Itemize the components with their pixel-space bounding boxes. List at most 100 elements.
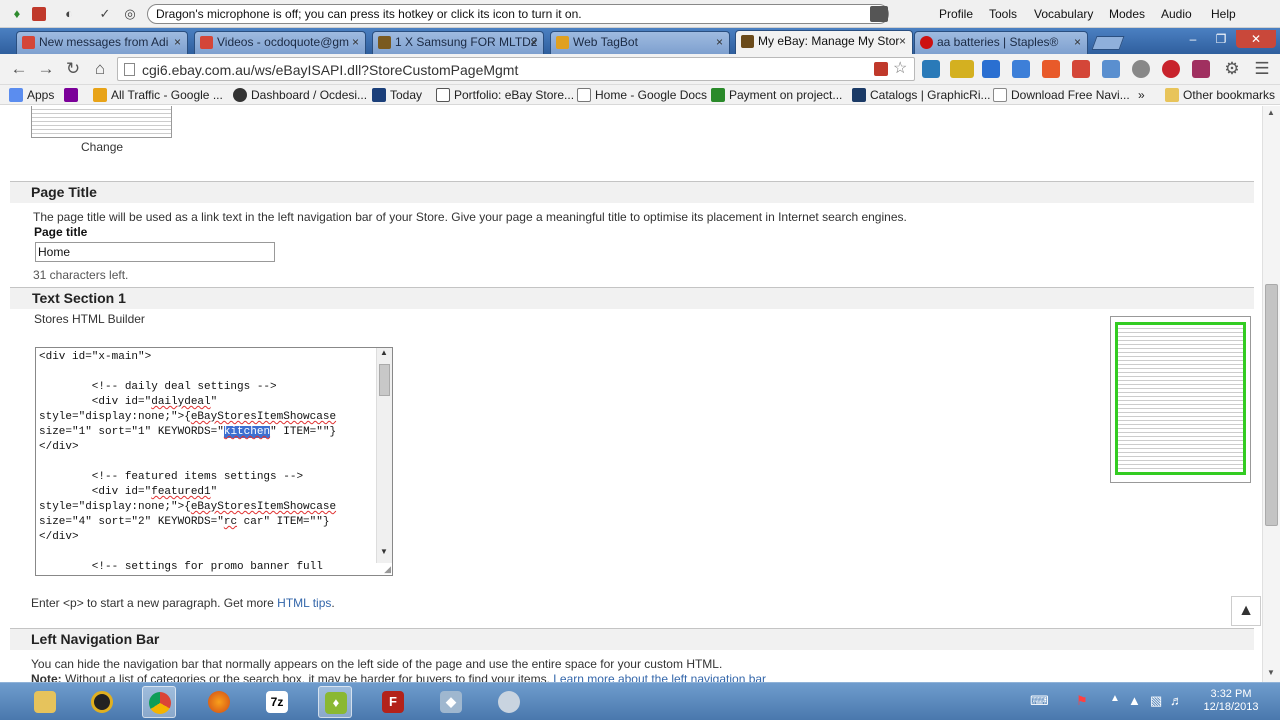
menu-vocabulary[interactable]: Vocabulary [1034,7,1093,21]
taskbar-filezilla[interactable]: F [376,686,410,718]
scroll-down-icon[interactable]: ▼ [380,547,388,556]
extension-check-icon[interactable] [922,60,940,78]
scroll-up-icon[interactable]: ▲ [1267,108,1275,117]
taskbar-explorer[interactable] [28,686,62,718]
restore-icon[interactable]: ❐ [1208,30,1234,48]
dragon-icon[interactable]: ♦ [8,5,26,23]
editor-scroll-thumb[interactable] [379,364,390,396]
blogger-icon[interactable] [874,62,888,76]
clock-date: 12/18/2013 [1203,701,1259,713]
taskbar-dragon[interactable]: ♦ [318,686,352,718]
bookmark-today[interactable]: Today [372,88,422,102]
close-icon[interactable]: × [1074,32,1081,53]
reload-icon[interactable]: ↻ [63,59,83,79]
extension-oss-icon[interactable] [1192,60,1210,78]
keyboard-icon[interactable]: ⌨ [1030,693,1049,709]
system-clock[interactable]: 3:32 PM 12/18/2013 [1192,688,1270,714]
taskbar-app9[interactable] [492,686,526,718]
bookmark-portfolio[interactable]: Portfolio: eBay Store... [436,88,574,102]
tab-my-ebay[interactable]: My eBay: Manage My Stor × [735,30,913,54]
battery-icon[interactable]: ▧ [1150,693,1162,709]
bookmarks-overflow[interactable]: » [1138,88,1145,102]
tab-label: New messages from Adi [39,35,169,49]
volume-icon[interactable]: ◎ [121,5,139,23]
minimize-icon[interactable]: – [1180,30,1206,48]
bookmark-dashboard[interactable]: Dashboard / Ocdesi... [233,88,367,102]
other-bookmarks[interactable]: Other bookmarks [1165,88,1275,102]
bookmark-google-docs[interactable]: Home - Google Docs [577,88,707,102]
show-hidden-icons[interactable]: ▲ [1110,693,1120,704]
folder-icon [1165,88,1179,102]
bookmark-download-free[interactable]: Download Free Navi... [993,88,1130,102]
close-icon[interactable]: × [530,32,537,53]
page-title-section-header: Page Title [10,181,1254,203]
menu-tools[interactable]: Tools [989,7,1017,21]
taskbar-media[interactable] [85,686,119,718]
extension-gray-icon[interactable] [1132,60,1150,78]
tab-staples[interactable]: aa batteries | Staples® × [914,31,1088,54]
html-tips-link[interactable]: HTML tips [277,596,331,610]
stop-icon[interactable] [32,7,46,21]
extension-download-icon[interactable] [982,60,1000,78]
tab-samsung[interactable]: 1 X Samsung FOR MLTD2 × [372,31,544,54]
scroll-up-icon[interactable]: ▲ [380,348,388,357]
scroll-to-top-button[interactable]: ▲ [1231,596,1261,626]
extension-image-icon[interactable] [1102,60,1120,78]
menu-audio[interactable]: Audio [1161,7,1192,21]
taskbar-chrome[interactable] [142,686,176,718]
microphone-icon[interactable]: ◐ [60,5,78,23]
menu-help[interactable]: Help [1211,7,1236,21]
dragon-picture-icon[interactable] [870,6,888,22]
menu-profile[interactable]: Profile [939,7,973,21]
taskbar-app8[interactable]: ◆ [434,686,468,718]
learn-more-left-nav-link[interactable]: Learn more about the left navigation bar [553,672,766,682]
forward-icon[interactable]: → [36,59,56,79]
scroll-down-icon[interactable]: ▼ [1267,668,1275,677]
url-text[interactable]: cgi6.ebay.com.au/ws/eBayISAPI.dll?StoreC… [142,62,518,78]
network-icon[interactable]: ▲ [1128,693,1141,708]
page-scroll-thumb[interactable] [1265,284,1278,526]
extension-gmail-icon[interactable] [1072,60,1090,78]
bookmark-catalogs[interactable]: Catalogs | GraphicRi... [852,88,991,102]
action-center-icon[interactable]: ⚑ [1076,693,1088,709]
extension-tractor-icon[interactable] [950,60,974,78]
resize-grip-icon[interactable]: ◢ [384,564,391,575]
page-icon [577,88,591,102]
taskbar-firefox[interactable] [202,686,236,718]
page-scrollbar[interactable]: ▲ ▼ [1262,106,1280,682]
settings-gear-icon[interactable]: ⚙ [1222,59,1242,79]
tab-gmail[interactable]: New messages from Adi × [16,31,188,54]
taskbar-7zip[interactable]: 7z [260,686,294,718]
close-icon[interactable]: × [174,32,181,53]
pinterest-icon[interactable] [1162,60,1180,78]
checkmark-icon[interactable]: ✓ [96,5,114,23]
theme-thumbnail[interactable] [31,106,172,138]
bookmark-all-traffic[interactable]: All Traffic - Google ... [93,88,223,102]
address-bar[interactable]: cgi6.ebay.com.au/ws/eBayISAPI.dll?StoreC… [117,57,915,81]
bookmark-label: Catalogs | GraphicRi... [870,88,991,102]
bookmark-label: Today [390,88,423,102]
tab-videos[interactable]: Videos - ocdoquote@gm × [194,31,366,54]
bookmark-payment[interactable]: Payment on project... [711,88,842,102]
new-tab-button[interactable] [1091,36,1125,50]
tab-web-tagbot[interactable]: Web TagBot × [550,31,730,54]
extension-plus-icon[interactable] [1042,60,1060,78]
menu-icon[interactable]: ☰ [1252,59,1272,79]
stores-html-builder-link[interactable]: Stores HTML Builder [34,312,145,326]
home-icon[interactable]: ⌂ [90,59,110,79]
menu-modes[interactable]: Modes [1109,7,1145,21]
star-icon[interactable]: ☆ [893,58,907,78]
close-icon[interactable]: × [899,31,906,52]
close-window-icon[interactable]: ✕ [1236,30,1276,48]
extension-edit-icon[interactable] [1012,60,1030,78]
html-editor-textarea[interactable]: <div id="x-main"> <!-- daily deal settin… [35,347,393,576]
page-title-input[interactable] [35,242,275,262]
html-hint-text: Enter <p> to start a new paragraph. Get … [31,596,335,610]
editor-scrollbar[interactable]: ▲ ▼ [376,348,392,563]
close-icon[interactable]: × [716,32,723,53]
back-icon[interactable]: ← [9,59,29,79]
change-link[interactable]: Change [81,140,123,154]
close-icon[interactable]: × [352,32,359,53]
volume-icon[interactable]: ♬ [1170,693,1183,708]
bookmark-apps[interactable]: Apps [9,88,54,102]
